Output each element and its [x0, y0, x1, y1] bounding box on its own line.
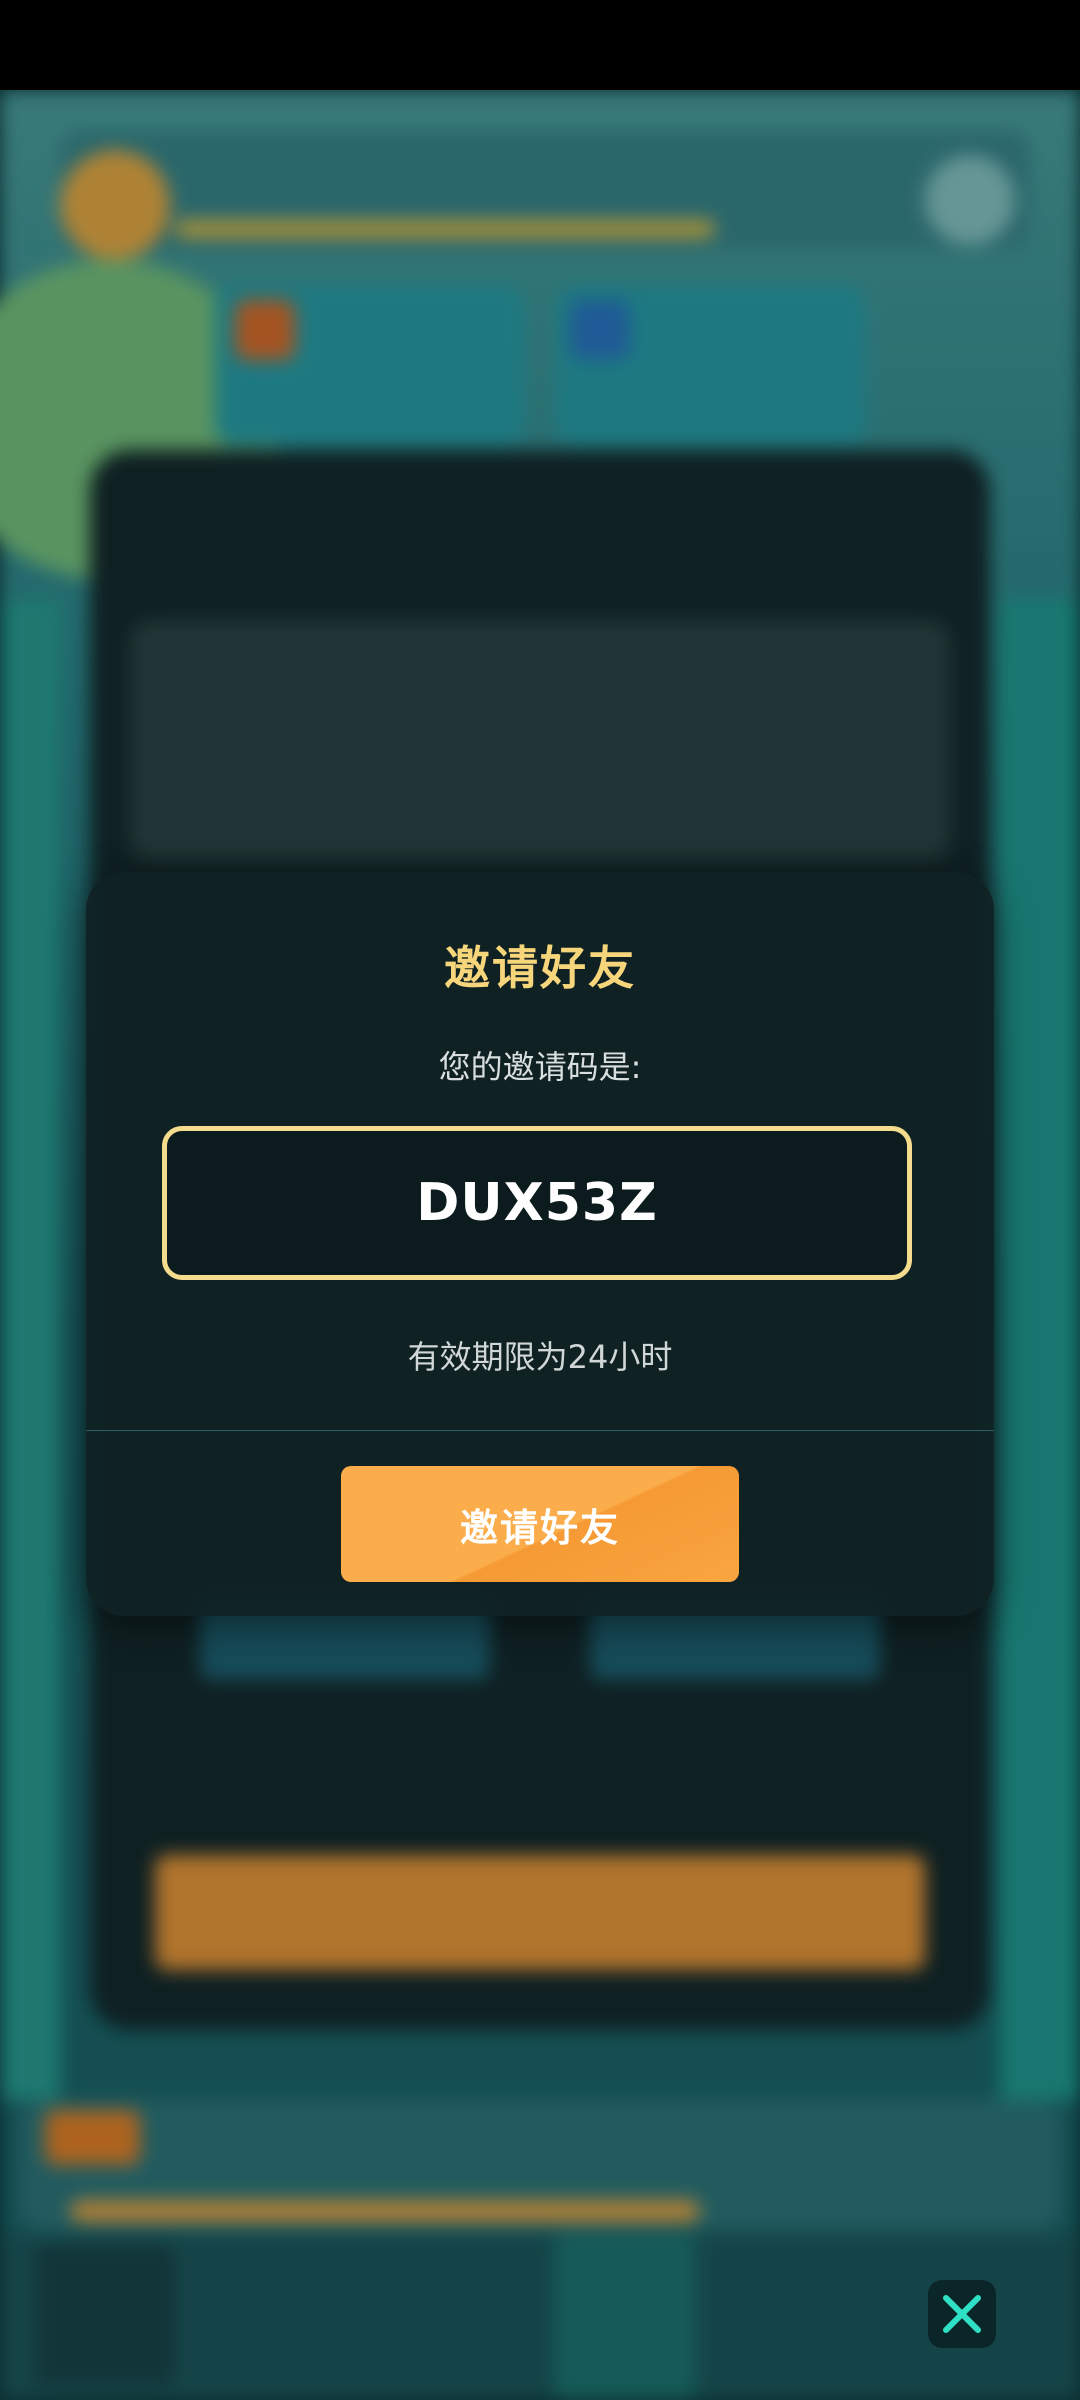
dialog-title: 邀请好友: [444, 941, 636, 995]
status-bar: [0, 0, 1080, 90]
divider: [86, 1430, 994, 1431]
invite-friend-button[interactable]: 邀请好友: [341, 1466, 739, 1582]
invite-code-label: 您的邀请码是:: [438, 1048, 642, 1086]
close-button[interactable]: [928, 2280, 996, 2348]
validity-text: 有效期限为24小时: [407, 1338, 673, 1376]
invite-friend-dialog: 邀请好友 您的邀请码是: DUX53Z 有效期限为24小时 邀请好友: [86, 872, 994, 1616]
close-icon: [943, 2295, 981, 2333]
invite-code-box[interactable]: DUX53Z: [162, 1126, 912, 1280]
invite-code-value[interactable]: DUX53Z: [416, 1173, 658, 1233]
